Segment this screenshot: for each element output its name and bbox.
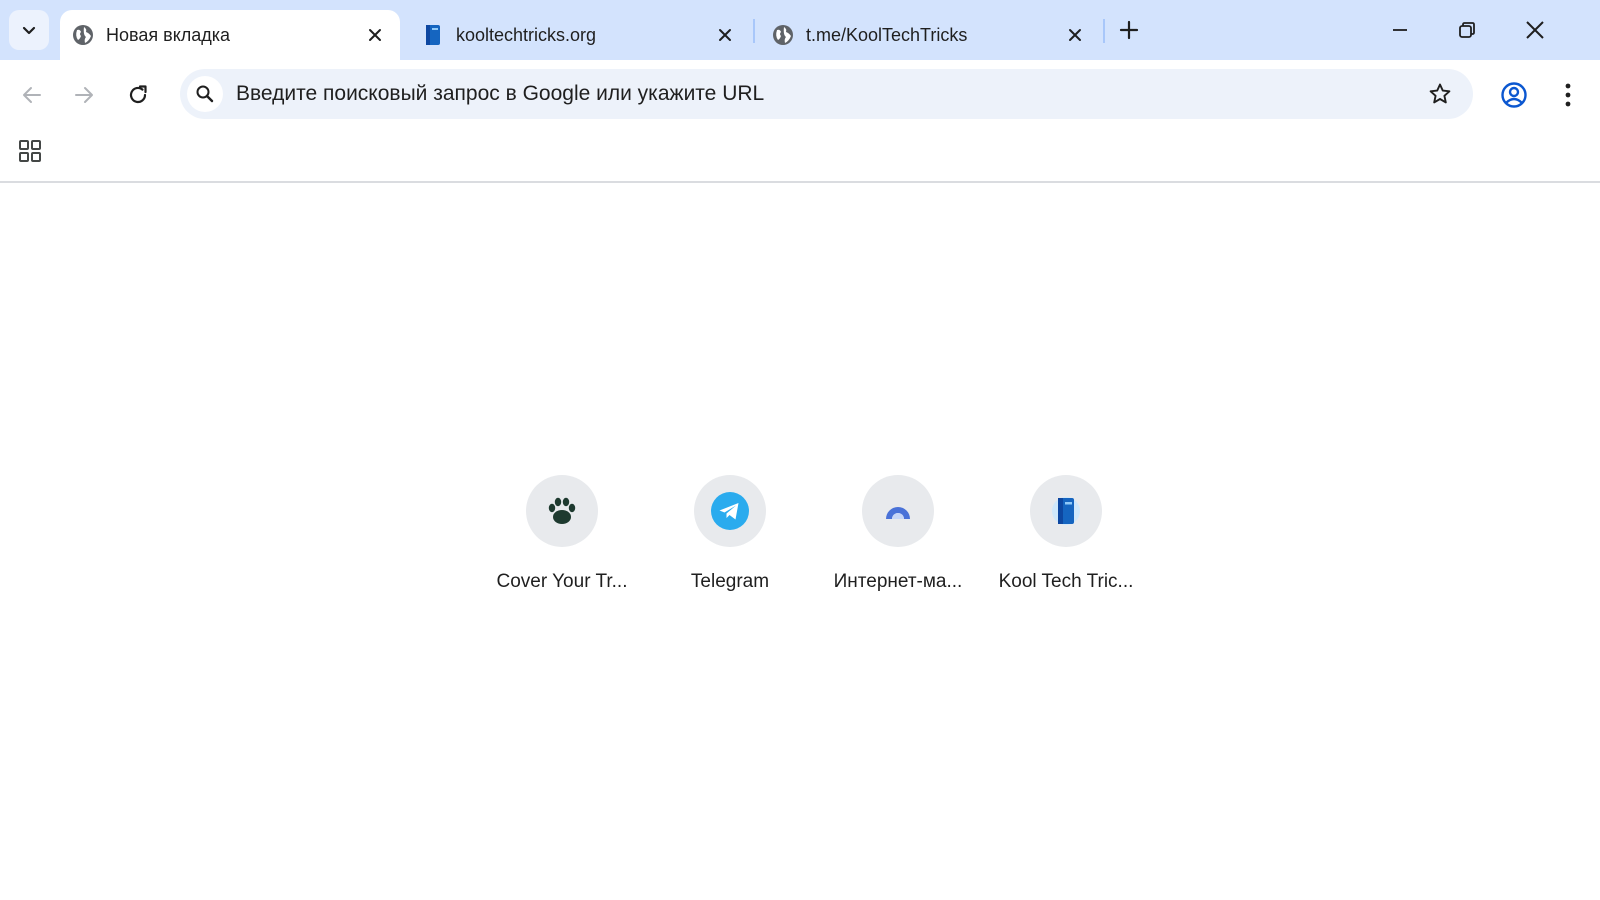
shortcut-label: Интернет-ма... [833,571,963,592]
address-bar[interactable]: Введите поисковый запрос в Google или ук… [180,69,1473,119]
close-icon[interactable] [364,24,386,46]
restore-button[interactable] [1452,15,1482,45]
paw-icon [548,497,576,524]
forward-button[interactable] [66,77,102,113]
shortcuts-grid: Cover Your Tr... Telegram Интернет-ма... [478,475,1150,593]
tab-title: t.me/KoolTechTricks [806,24,968,45]
tab-telegram[interactable]: t.me/KoolTechTricks [760,10,1100,60]
shortcut-icon-circle [694,475,766,547]
globe-icon [772,24,794,46]
shortcut-tile[interactable]: Cover Your Tr... [478,475,646,593]
chevron-down-icon [22,26,36,35]
menu-button[interactable] [1550,77,1586,113]
plus-icon [1119,20,1139,40]
close-icon [1526,21,1544,39]
restore-icon [1459,22,1475,38]
address-bar-placeholder: Введите поисковый запрос в Google или ук… [236,82,765,105]
telegram-icon [711,492,749,530]
minimize-button[interactable] [1385,15,1415,45]
shortcut-tile[interactable]: Telegram [646,475,814,593]
bookmark-star-icon[interactable] [1427,81,1453,107]
tab-search-button[interactable] [9,10,49,50]
back-button[interactable] [14,77,50,113]
shortcut-icon-circle [526,475,598,547]
tab-strip: Новая вкладка kooltechtricks.org t.me/Ko… [0,0,1600,60]
shortcut-label: Cover Your Tr... [496,571,628,592]
shortcut-label: Telegram [690,571,770,592]
close-window-button[interactable] [1520,15,1550,45]
tab-title: Новая вкладка [106,24,231,45]
book-icon [422,24,444,46]
arc-icon [886,507,910,519]
new-tab-button[interactable] [1117,18,1141,42]
more-vert-icon [1565,83,1571,107]
tab-separator [1103,19,1105,43]
shortcut-icon-circle [862,475,934,547]
tab-title: kooltechtricks.org [456,24,597,45]
reload-icon [129,85,147,104]
profile-button[interactable] [1496,77,1532,113]
reload-button[interactable] [120,77,156,113]
shortcut-label: Kool Tech Tric... [998,571,1134,592]
bookmarks-bar [0,130,1600,183]
close-icon[interactable] [714,24,736,46]
apps-grid-icon [19,140,41,162]
tab-new-tab[interactable]: Новая вкладка [60,10,400,60]
shortcut-icon-circle [1030,475,1102,547]
arrow-right-icon [75,87,93,103]
minimize-icon [1393,29,1407,31]
shortcut-tile[interactable]: Kool Tech Tric... [982,475,1150,593]
apps-button[interactable] [17,138,43,164]
tab-separator [753,19,755,43]
browser-toolbar: Введите поисковый запрос в Google или ук… [0,60,1600,130]
globe-icon [72,24,94,46]
close-icon[interactable] [1064,24,1086,46]
search-icon [187,76,223,112]
tab-kooltechtricks[interactable]: kooltechtricks.org [410,10,750,60]
shortcut-tile[interactable]: Интернет-ма... [814,475,982,593]
arrow-left-icon [23,87,41,103]
book-icon [1052,497,1080,525]
account-icon [1501,82,1527,108]
